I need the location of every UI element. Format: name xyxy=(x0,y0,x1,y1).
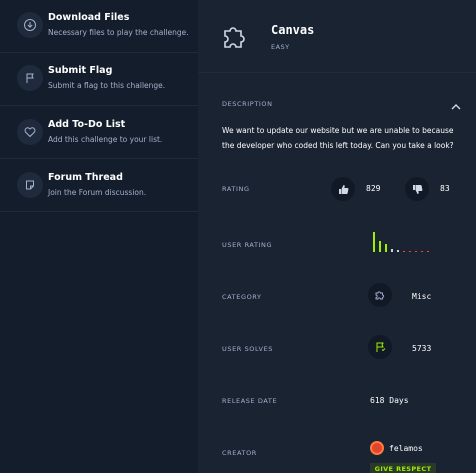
description-label: DESCRIPTION xyxy=(222,100,273,108)
user-rating-bar xyxy=(385,244,387,252)
chevron-up-icon[interactable] xyxy=(450,97,462,110)
sidebar-item-subtitle: Necessary files to play the challenge. xyxy=(48,28,189,37)
category-icon xyxy=(368,283,392,307)
give-respect-button[interactable]: GIVE RESPECT xyxy=(370,463,436,473)
sidebar-item-subtitle: Join the Forum discussion. xyxy=(48,188,147,197)
user-solves-label: USER SOLVES xyxy=(222,345,274,353)
user-rating-bars xyxy=(373,230,433,252)
sidebar-item-title: Submit Flag xyxy=(48,65,113,76)
user-rating-label: USER RATING xyxy=(222,241,273,249)
sidebar-item-title: Add To-Do List xyxy=(48,119,126,130)
sidebar-item-forum-thread[interactable]: Forum Thread Join the Forum discussion. xyxy=(0,159,198,212)
sidebar-item-download-files[interactable]: Download Files Necessary files to play t… xyxy=(0,0,198,53)
puzzle-icon xyxy=(220,22,250,52)
user-solves-value: 5733 xyxy=(412,344,432,353)
flag-solves-icon xyxy=(368,335,392,359)
challenge-title: Canvas xyxy=(271,23,315,37)
likes-count: 829 xyxy=(366,184,381,193)
thumbs-up-button[interactable] xyxy=(331,177,355,201)
description-text: We want to update our website but we are… xyxy=(222,126,454,150)
forum-icon xyxy=(17,172,43,198)
challenge-details-panel: Canvas EASY DESCRIPTION We want to updat… xyxy=(198,0,476,473)
user-rating-bar xyxy=(373,232,375,252)
sidebar-item-subtitle: Add this challenge to your list. xyxy=(48,135,163,144)
creator-name[interactable]: felamos xyxy=(389,444,423,453)
thumbs-up-icon xyxy=(338,184,348,194)
user-rating-bar xyxy=(427,251,429,252)
sidebar-item-subtitle: Submit a flag to this challenge. xyxy=(48,81,166,90)
thumbs-down-button[interactable] xyxy=(405,177,429,201)
flag-icon xyxy=(17,65,43,91)
user-rating-bar xyxy=(403,251,405,252)
creator-label: CREATOR xyxy=(222,449,257,457)
user-rating-bar xyxy=(379,241,381,252)
user-rating-bar xyxy=(409,251,411,252)
thumbs-down-icon xyxy=(412,184,422,194)
avatar[interactable] xyxy=(370,441,384,455)
category-value: Misc xyxy=(412,292,432,301)
release-date-value: 618 Days xyxy=(370,396,409,405)
sidebar-item-submit-flag[interactable]: Submit Flag Submit a flag to this challe… xyxy=(0,53,198,106)
sidebar-item-add-todo[interactable]: Add To-Do List Add this challenge to you… xyxy=(0,106,198,159)
download-icon xyxy=(17,12,43,38)
difficulty-label: EASY xyxy=(271,43,290,51)
user-rating-bar xyxy=(391,249,393,252)
sidebar-item-title: Download Files xyxy=(48,12,130,23)
category-label: CATEGORY xyxy=(222,293,262,301)
user-rating-bar xyxy=(397,250,399,252)
user-rating-bar xyxy=(415,251,417,252)
heart-icon xyxy=(17,119,43,145)
dislikes-count: 83 xyxy=(440,184,450,193)
rating-label: RATING xyxy=(222,185,250,193)
user-rating-bar xyxy=(421,251,423,252)
header-divider xyxy=(198,72,476,73)
sidebar-item-title: Forum Thread xyxy=(48,172,123,183)
sidebar: Download Files Necessary files to play t… xyxy=(0,0,198,473)
release-date-label: RELEASE DATE xyxy=(222,397,278,405)
